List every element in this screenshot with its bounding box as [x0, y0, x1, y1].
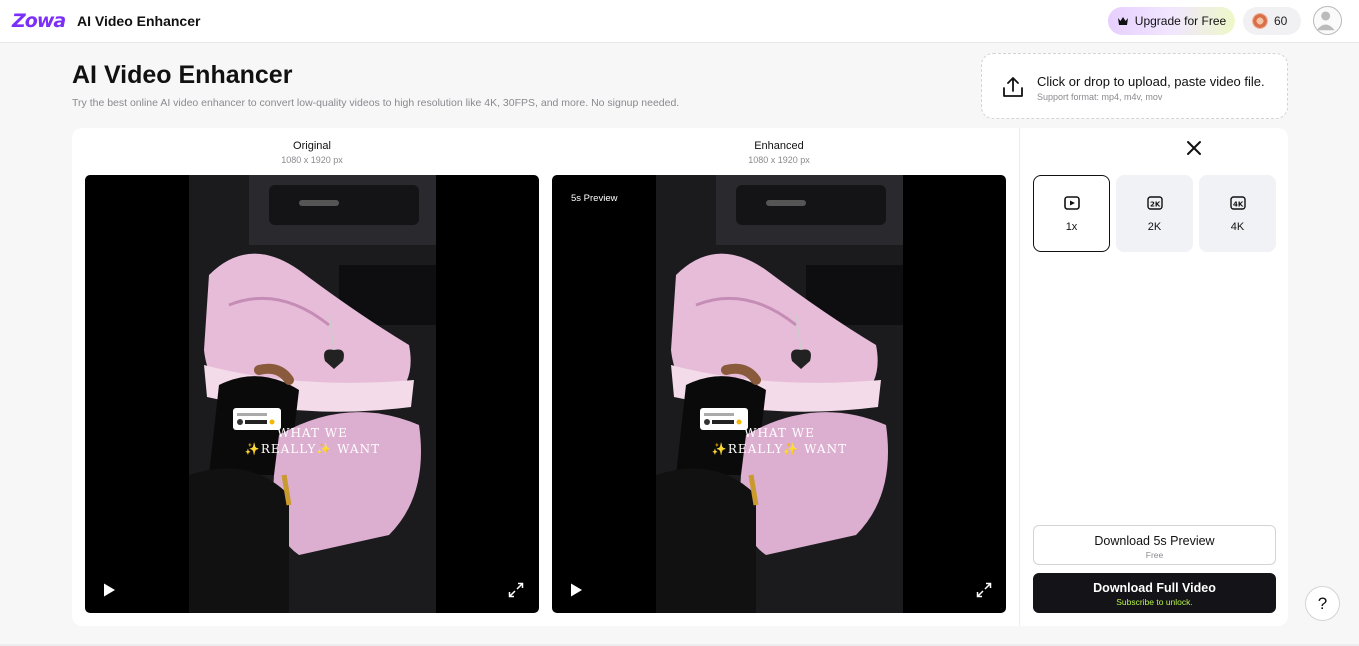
- enhanced-video[interactable]: WHAT WE ✨REALLY✨ WANT 5s Preview: [552, 175, 1006, 613]
- original-video-frame: [189, 175, 436, 613]
- download-preview-sublabel: Free: [1145, 550, 1164, 560]
- original-header: Original 1080 x 1920 px: [85, 140, 539, 165]
- play-icon[interactable]: [101, 582, 117, 598]
- resolution-option-4k[interactable]: 4K 4K: [1199, 175, 1276, 252]
- zowa-logo[interactable]: Zowa: [12, 11, 66, 31]
- credits-count: 60: [1274, 14, 1288, 28]
- download-preview-label: Download 5s Preview: [1094, 534, 1215, 548]
- upgrade-button[interactable]: Upgrade for Free: [1108, 7, 1235, 35]
- download-full-button[interactable]: Download Full Video Subscribe to unlock.: [1033, 573, 1276, 613]
- user-avatar[interactable]: [1313, 6, 1342, 35]
- play-box-icon: [1063, 196, 1080, 210]
- resolution-option-1x[interactable]: 1x: [1033, 175, 1110, 252]
- resolution-label: 1x: [1065, 221, 1078, 233]
- original-frame: WHAT WE ✨REALLY✨ WANT: [189, 175, 436, 613]
- user-icon: [1316, 11, 1335, 31]
- enhanced-caption-line-2: ✨REALLY✨ WANT: [711, 442, 848, 456]
- upload-instruction: Click or drop to upload, paste video fil…: [1037, 74, 1265, 89]
- download-full-label: Download Full Video: [1093, 581, 1216, 595]
- upgrade-label: Upgrade for Free: [1134, 14, 1227, 28]
- 4k-icon: 4K: [1229, 196, 1246, 210]
- original-caption-line-1: WHAT WE: [277, 426, 348, 440]
- coin-icon: [1252, 13, 1268, 29]
- page-title: AI Video Enhancer: [72, 61, 293, 89]
- resolution-label: 4K: [1230, 221, 1245, 233]
- close-icon[interactable]: [1186, 140, 1202, 156]
- original-caption-line-2: ✨REALLY✨ WANT: [244, 442, 381, 456]
- svg-text:4K: 4K: [1233, 201, 1244, 209]
- download-preview-button[interactable]: Download 5s Preview Free: [1033, 525, 1276, 565]
- credits-badge[interactable]: 60: [1243, 7, 1301, 35]
- fullscreen-icon[interactable]: [508, 582, 524, 598]
- 2k-icon: 2K: [1146, 196, 1163, 210]
- enhanced-video-frame: [656, 175, 903, 613]
- enhanced-dimensions: 1080 x 1920 px: [748, 155, 810, 165]
- enhanced-caption: WHAT WE ✨REALLY✨ WANT: [656, 425, 903, 457]
- preview-badge: 5s Preview: [571, 193, 618, 204]
- page-subtitle: Try the best online AI video enhancer to…: [72, 97, 680, 109]
- svg-text:2K: 2K: [1150, 201, 1161, 209]
- upload-support-formats: Support format: mp4, m4v, mov: [1037, 92, 1163, 102]
- enhanced-label: Enhanced: [754, 140, 804, 152]
- play-icon[interactable]: [568, 582, 584, 598]
- original-dimensions: 1080 x 1920 px: [281, 155, 343, 165]
- original-label: Original: [293, 140, 331, 152]
- app-title: AI Video Enhancer: [77, 13, 201, 29]
- help-button[interactable]: ?: [1305, 586, 1340, 621]
- resolution-label: 2K: [1147, 221, 1162, 233]
- panel-divider: [1019, 128, 1020, 626]
- original-video[interactable]: WHAT WE ✨REALLY✨ WANT: [85, 175, 539, 613]
- enhanced-caption-line-1: WHAT WE: [744, 426, 815, 440]
- original-caption: WHAT WE ✨REALLY✨ WANT: [189, 425, 436, 457]
- upload-dropzone[interactable]: Click or drop to upload, paste video fil…: [981, 53, 1288, 119]
- download-full-sublabel: Subscribe to unlock.: [1116, 597, 1193, 607]
- upload-icon: [1003, 77, 1023, 97]
- enhanced-frame: WHAT WE ✨REALLY✨ WANT: [656, 175, 903, 613]
- crown-icon: [1117, 17, 1128, 25]
- resolution-option-2k[interactable]: 2K 2K: [1116, 175, 1193, 252]
- fullscreen-icon[interactable]: [976, 582, 992, 598]
- top-bar: Zowa AI Video Enhancer Upgrade for Free …: [0, 0, 1359, 43]
- enhanced-header: Enhanced 1080 x 1920 px: [552, 140, 1006, 165]
